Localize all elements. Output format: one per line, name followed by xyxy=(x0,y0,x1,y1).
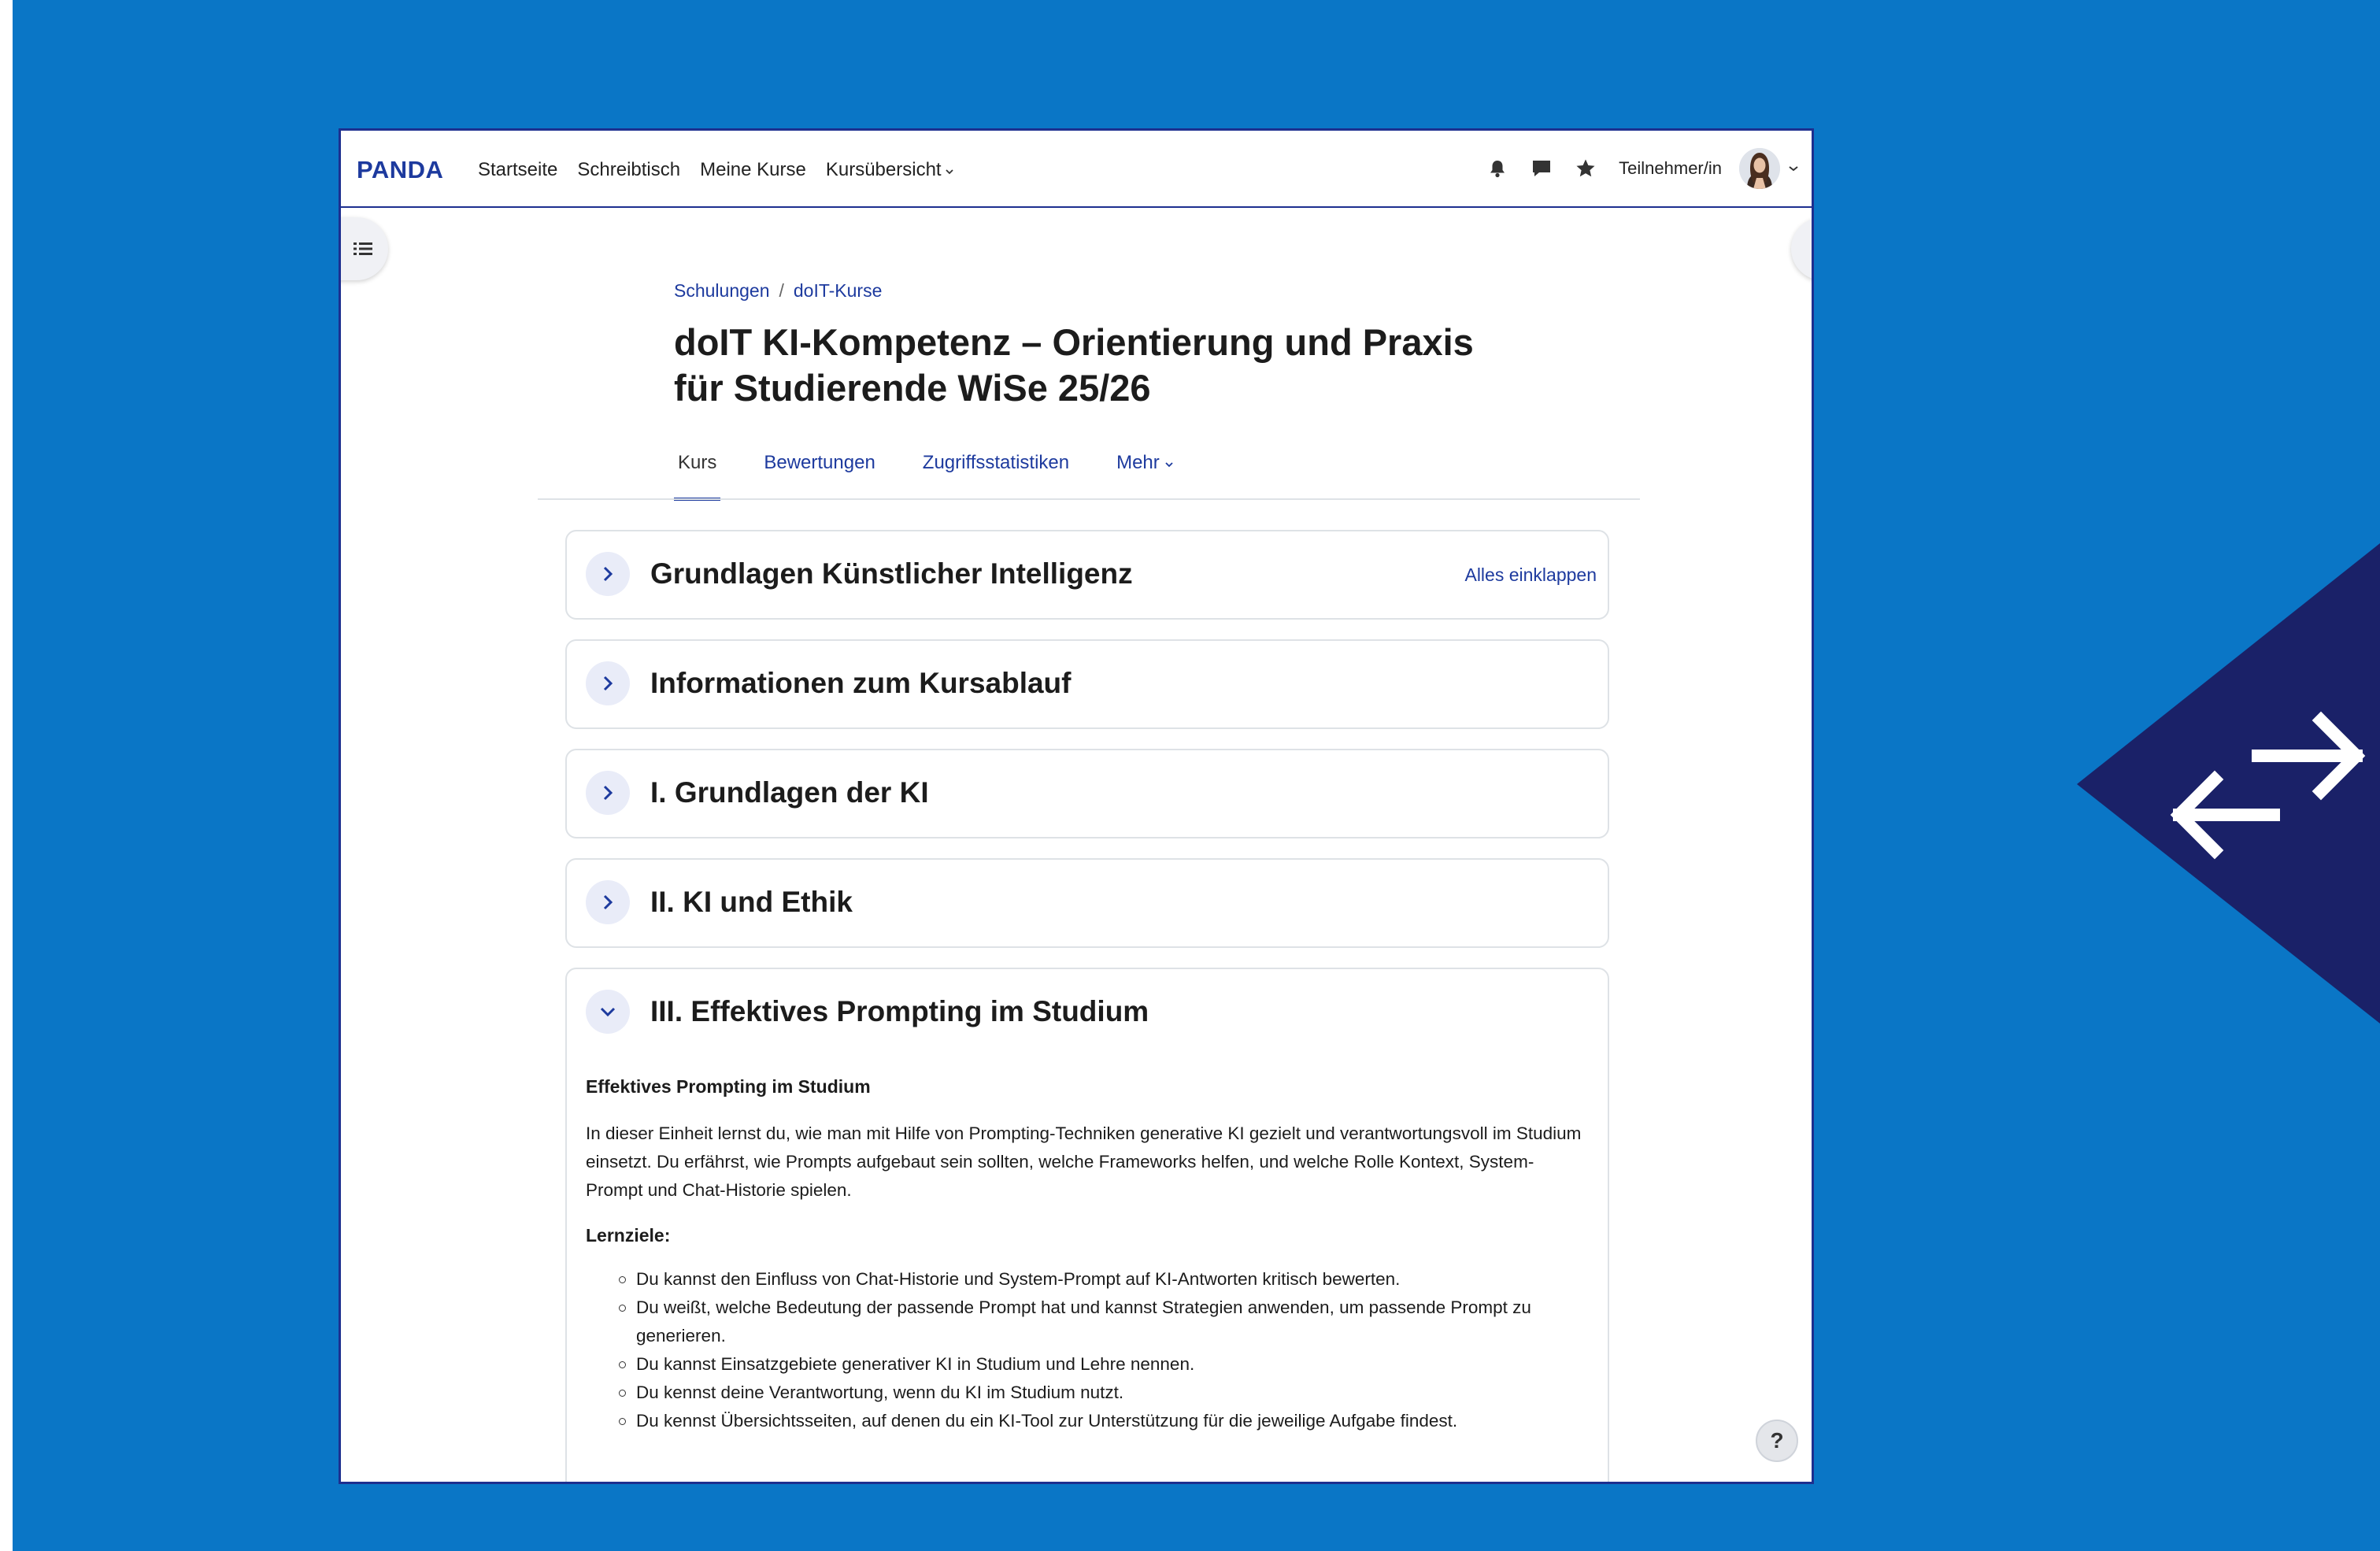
course-section-expanded: III. Effektives Prompting im Studium Eff… xyxy=(565,968,1609,1482)
course-index-toggle[interactable] xyxy=(341,217,388,280)
section-collapse-toggle[interactable] xyxy=(586,990,630,1034)
section-expand-toggle[interactable] xyxy=(586,661,630,705)
section-header: Informationen zum Kursablauf xyxy=(586,641,1589,726)
section-expand-toggle[interactable] xyxy=(586,771,630,815)
bell-icon[interactable] xyxy=(1486,157,1508,180)
breadcrumb-separator: / xyxy=(779,280,784,301)
help-button[interactable]: ? xyxy=(1756,1420,1798,1462)
section-title[interactable]: Grundlagen Künstlicher Intelligenz xyxy=(650,557,1133,590)
chevron-down-icon xyxy=(1165,462,1174,468)
chevron-down-icon xyxy=(945,169,953,175)
nav-startseite[interactable]: Startseite xyxy=(478,159,557,181)
tab-mehr[interactable]: Mehr xyxy=(1112,452,1178,496)
nav-schreibtisch[interactable]: Schreibtisch xyxy=(577,159,680,181)
section-summary: Effektives Prompting im Studium In diese… xyxy=(586,1076,1584,1435)
summary-paragraph: In dieser Einheit lernst du, wie man mit… xyxy=(586,1123,1582,1200)
breadcrumb-schulungen[interactable]: Schulungen xyxy=(674,280,770,302)
section-expand-toggle[interactable] xyxy=(586,880,630,924)
section-expand-toggle[interactable] xyxy=(586,552,630,596)
collapse-all-link[interactable]: Alles einklappen xyxy=(1464,565,1597,586)
role-label[interactable]: Teilnehmer/in xyxy=(1619,158,1722,179)
chevron-down-icon[interactable] xyxy=(1788,165,1799,172)
brand-logo[interactable]: PANDA xyxy=(357,156,443,184)
list-icon xyxy=(353,242,372,255)
section-header: II. KI und Ethik xyxy=(586,860,1589,945)
breadcrumb-doit-kurse[interactable]: doIT-Kurse xyxy=(794,280,883,302)
tab-bewertungen[interactable]: Bewertungen xyxy=(760,452,879,496)
course-section: I. Grundlagen der KI xyxy=(565,749,1609,838)
section-header: III. Effektives Prompting im Studium xyxy=(586,969,1589,1054)
block-drawer-toggle[interactable] xyxy=(1791,217,1812,280)
tab-kurs[interactable]: Kurs xyxy=(674,452,721,501)
list-item: Du kennst Übersichtsseiten, auf denen du… xyxy=(619,1407,1584,1435)
list-item: Du kannst Einsatzgebiete generativer KI … xyxy=(619,1350,1584,1379)
list-item: Du weißt, welche Bedeutung der passende … xyxy=(619,1294,1584,1350)
user-navigation: Teilnehmer/in xyxy=(1486,145,1799,192)
summary-heading: Effektives Prompting im Studium xyxy=(586,1076,871,1097)
chat-icon[interactable] xyxy=(1531,157,1553,180)
chevron-right-icon xyxy=(603,785,613,801)
chevron-right-icon xyxy=(603,894,613,910)
section-title[interactable]: Informationen zum Kursablauf xyxy=(650,667,1071,700)
nav-kursuebersicht-label: Kursübersicht xyxy=(825,159,942,180)
page-title-line1: doIT KI-Kompetenz – Orientierung und Pra… xyxy=(674,321,1474,363)
list-item: Du kannst den Einfluss von Chat-Historie… xyxy=(619,1265,1584,1294)
nav-kursuebersicht[interactable]: Kursübersicht xyxy=(826,159,954,181)
learning-goals-label: Lernziele: xyxy=(586,1225,671,1246)
tabs-divider xyxy=(538,498,1640,500)
tab-zugriffsstatistiken[interactable]: Zugriffsstatistiken xyxy=(919,452,1073,496)
learning-goals-list: Du kannst den Einfluss von Chat-Historie… xyxy=(586,1265,1584,1435)
section-header: Grundlagen Künstlicher Intelligenz xyxy=(586,531,1589,616)
breadcrumb: Schulungen / doIT-Kurse xyxy=(674,280,882,302)
course-section: II. KI und Ethik xyxy=(565,858,1609,948)
page-title-line2: für Studierende WiSe 25/26 xyxy=(674,367,1151,409)
chevron-down-icon xyxy=(600,1007,616,1017)
course-section: Grundlagen Künstlicher Intelligenz Alles… xyxy=(565,530,1609,620)
avatar[interactable] xyxy=(1739,148,1780,189)
list-item: Du kennst deine Verantwortung, wenn du K… xyxy=(619,1379,1584,1407)
section-header: I. Grundlagen der KI xyxy=(586,750,1589,835)
star-icon[interactable] xyxy=(1575,157,1597,180)
nav-meine-kurse[interactable]: Meine Kurse xyxy=(700,159,806,181)
page-title: doIT KI-Kompetenz – Orientierung und Pra… xyxy=(674,320,1579,411)
top-navbar: PANDA Startseite Schreibtisch Meine Kurs… xyxy=(341,131,1812,208)
chevron-right-icon xyxy=(603,676,613,691)
section-title[interactable]: I. Grundlagen der KI xyxy=(650,776,929,809)
chevron-right-icon xyxy=(603,566,613,582)
section-title[interactable]: II. KI und Ethik xyxy=(650,886,853,919)
tab-mehr-label: Mehr xyxy=(1116,452,1160,473)
browser-window: PANDA Startseite Schreibtisch Meine Kurs… xyxy=(339,128,1814,1484)
course-section: Informationen zum Kursablauf xyxy=(565,639,1609,729)
swap-arrows-graphic xyxy=(2077,543,2380,1024)
section-title[interactable]: III. Effektives Prompting im Studium xyxy=(650,995,1149,1028)
course-tabs: Kurs Bewertungen Zugriffsstatistiken Meh… xyxy=(674,452,1217,501)
primary-navigation: Startseite Schreibtisch Meine Kurse Kurs… xyxy=(478,159,974,181)
